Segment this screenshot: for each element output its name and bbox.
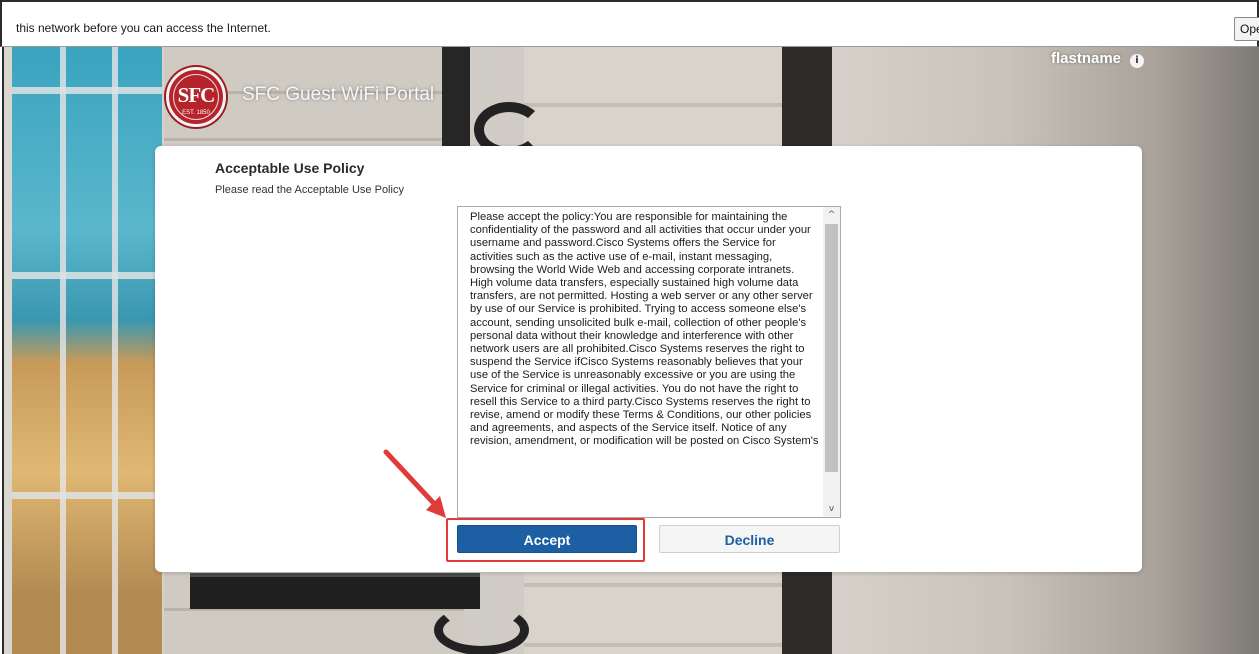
notification-message: this network before you can access the I… [16,21,271,35]
background-transom [12,272,162,279]
background-mullion [112,47,118,654]
logo-text: SFC [177,83,216,107]
annotation-highlight-box [446,518,645,562]
background-pillar [442,47,470,157]
page-title: Acceptable Use Policy [215,160,365,176]
aup-card: Acceptable Use Policy Please read the Ac… [155,146,1142,572]
background-railing [434,605,529,654]
background-glass-facade [12,47,162,654]
username-label[interactable]: flastname [1051,50,1121,67]
notification-bar: this network before you can access the I… [0,0,1259,47]
info-icon[interactable]: i [1130,54,1144,68]
background-balcony [190,573,480,609]
policy-scrollbar[interactable]: ^ v [823,207,840,517]
policy-textarea[interactable]: Please accept the policy:You are respons… [457,206,841,518]
page-subtitle: Please read the Acceptable Use Policy [215,184,404,196]
open-network-login-button[interactable]: Ope [1234,17,1259,41]
scroll-down-icon[interactable]: v [823,501,840,517]
sfc-logo: SFC EST. 1850 [166,67,226,127]
scroll-thumb[interactable] [825,224,838,472]
portal-title: SFC Guest WiFi Portal [242,84,435,105]
browser-frame: this network before you can access the I… [0,0,1259,654]
decline-button[interactable]: Decline [659,525,840,553]
background-mullion [60,47,66,654]
arrow-icon [383,449,446,518]
policy-text: Please accept the policy:You are respons… [470,211,819,448]
background-transom [12,492,162,499]
background-transom [12,87,162,94]
scroll-up-icon[interactable]: ^ [823,207,840,223]
logo-year: EST. 1850 [182,110,210,116]
